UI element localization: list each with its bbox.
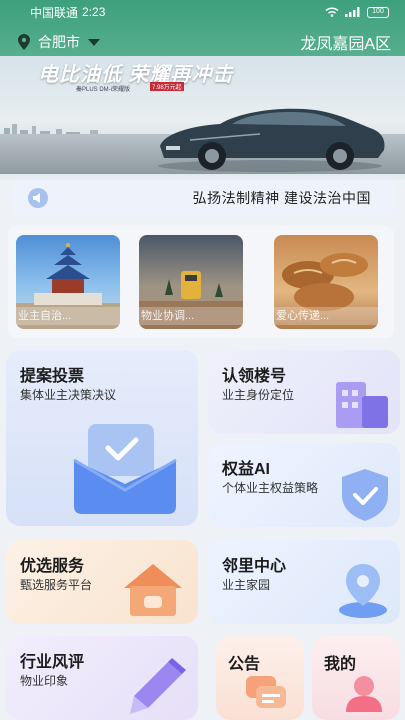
banner-price: 7.98万元起 — [150, 82, 184, 91]
ballot-envelope-icon — [73, 424, 177, 514]
speaker-icon — [28, 188, 48, 208]
house-icon — [124, 564, 182, 616]
rights-ai-card[interactable]: 权益AI 个体业主权益策略 — [208, 443, 400, 527]
neighborhood-center-card[interactable]: 邻里中心 业主家园 — [208, 540, 400, 624]
tile-title: 提案投票 — [20, 368, 85, 385]
building-icon — [336, 382, 388, 428]
chevron-down-icon[interactable] — [88, 38, 100, 46]
clock: 2:23 — [82, 5, 106, 19]
industry-review-card[interactable]: 行业风评 物业印象 — [6, 636, 198, 720]
gallery-caption: 爱心传递... — [274, 307, 378, 325]
gallery-strip: 业主自治... 物业协调... 爱心传递... — [8, 226, 394, 338]
status-bar: 中国联通 2:23 100 — [0, 0, 405, 24]
banner-slogan: 电比油低 荣耀再冲击 — [38, 64, 234, 86]
tile-title: 行业风评 — [20, 654, 85, 671]
chat-bubble-icon — [246, 676, 286, 708]
battery-icon: 100 — [367, 6, 389, 18]
gallery-card-bread[interactable]: 爱心传递... — [274, 235, 378, 329]
tile-title: 邻里中心 — [222, 558, 287, 575]
wifi-icon — [325, 7, 339, 17]
community-name[interactable]: 龙凤嘉园A区 — [300, 30, 391, 54]
signal-icon — [345, 7, 360, 17]
tile-subtitle: 个体业主权益策略 — [222, 481, 319, 495]
gallery-caption: 物业协调... — [139, 307, 243, 325]
claim-building-card[interactable]: 认领楼号 业主身份定位 — [208, 350, 400, 434]
map-pin-icon — [339, 564, 387, 618]
gallery-caption: 业主自治... — [16, 307, 120, 325]
gallery-card-robot[interactable]: 物业协调... — [139, 235, 243, 329]
tile-subtitle: 甄选服务平台 — [20, 578, 93, 592]
car-image — [158, 108, 385, 172]
preferred-service-card[interactable]: 优选服务 甄选服务平台 — [6, 540, 198, 624]
location-pin-icon — [18, 34, 30, 50]
banner-model: 秦PLUS DM-i荣耀版 — [76, 87, 131, 93]
gallery-card-temple[interactable]: 业主自治... — [16, 235, 120, 329]
announcement-card[interactable]: 公告 — [216, 636, 304, 720]
notice-text: 弘扬法制精神 建设法治中国 — [192, 190, 371, 206]
tile-subtitle: 物业印象 — [20, 674, 69, 688]
tile-subtitle: 集体业主决策决议 — [20, 388, 117, 402]
tile-title: 认领楼号 — [222, 368, 287, 385]
status-icons: 100 — [325, 6, 389, 18]
location-bar: 合肥市 龙凤嘉园A区 — [0, 30, 405, 54]
tile-subtitle: 业主身份定位 — [222, 388, 295, 402]
my-profile-card[interactable]: 我的 — [312, 636, 400, 720]
pen-icon — [130, 658, 186, 714]
notice-bar[interactable]: 弘扬法制精神 建设法治中国 — [12, 180, 395, 216]
user-icon — [346, 676, 382, 712]
shield-icon — [342, 469, 388, 521]
tile-title: 公告 — [228, 656, 261, 673]
proposal-vote-card[interactable]: 提案投票 集体业主决策决议 — [6, 350, 198, 526]
promo-banner[interactable]: 电比油低 荣耀再冲击 秦PLUS DM-i荣耀版 7.98万元起 — [0, 56, 405, 174]
tile-subtitle: 业主家园 — [222, 578, 271, 592]
tile-title: 我的 — [324, 656, 357, 673]
tile-title: 优选服务 — [20, 558, 85, 575]
city-selector[interactable]: 合肥市 — [38, 32, 80, 52]
tile-title: 权益AI — [222, 461, 271, 478]
carrier-label: 中国联通 — [30, 5, 79, 20]
